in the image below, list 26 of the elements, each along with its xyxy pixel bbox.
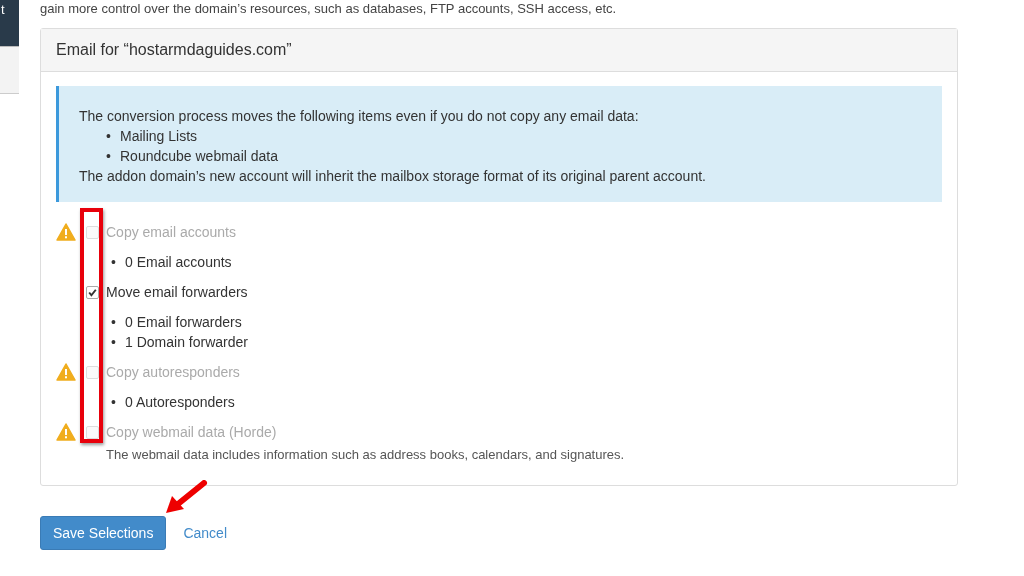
sidebar-item[interactable]: t (0, 0, 19, 47)
option-label: Copy autoresponders (106, 363, 240, 382)
bullet: • (111, 253, 117, 272)
info-text: The conversion process moves the following items even if you do not copy any email data: (79, 107, 640, 126)
option-note: The webmail data includes information such as address books, calendars, and signatures. (106, 446, 626, 464)
cancel-link[interactable]: Cancel (183, 525, 227, 541)
checkbox[interactable] (86, 285, 99, 299)
detail-item: 0 Autoresponders (125, 393, 235, 412)
bullet: • (106, 147, 112, 166)
detail-item: 0 Email forwarders (125, 313, 242, 332)
panel-title: Email for “hostarmdaguides.com” (56, 41, 292, 58)
option-label: Move email forwarders (106, 283, 248, 302)
bullet: • (111, 313, 117, 332)
bullet: • (106, 127, 112, 146)
arrow-annotation (164, 480, 210, 516)
info-text: The addon domain’s new account will inherit the mailbox storage format of its original parent account. (79, 167, 707, 186)
save-button[interactable]: Save Selections (40, 516, 167, 550)
bullet: • (111, 333, 117, 352)
bullet: • (111, 393, 117, 412)
info-list-item: Roundcube webmail data (120, 147, 278, 166)
info-list-item: Mailing Lists (120, 127, 198, 146)
option-label: Copy webmail data (Horde) (106, 423, 277, 442)
intro-text: gain more control over the domain’s resources, such as databases, FTP accounts, SSH access, etc. (40, 0, 618, 18)
detail-item: 0 Email accounts (125, 253, 232, 272)
detail-item: 1 Domain forwarder (125, 333, 248, 352)
option-label: Copy email accounts (106, 223, 236, 242)
